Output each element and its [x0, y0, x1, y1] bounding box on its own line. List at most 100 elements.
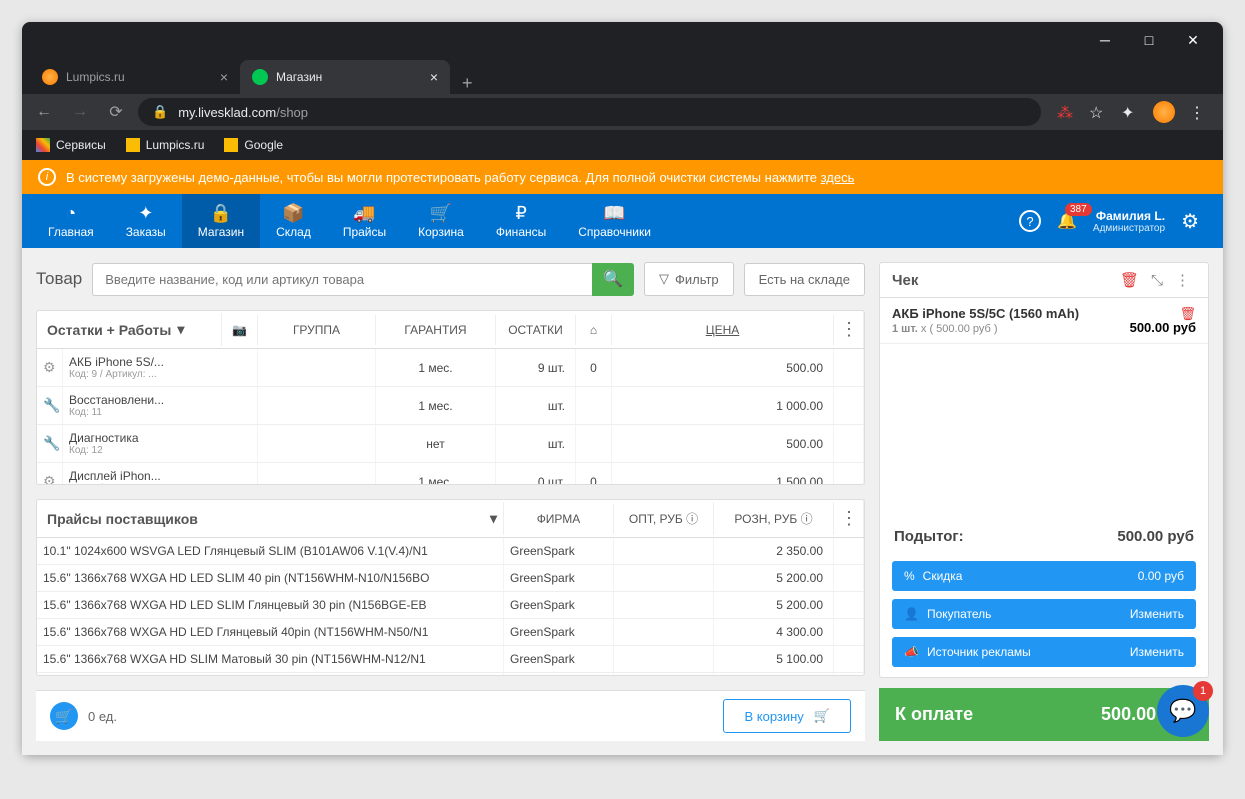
rozn-cell: 2 350.00	[714, 538, 834, 564]
collapse-icon[interactable]: ⤡	[1145, 272, 1169, 289]
search-button[interactable]: 🔍	[592, 263, 634, 296]
table-menu-button[interactable]: ⋮	[834, 500, 864, 537]
nav-cart[interactable]: 🛒Корзина	[402, 194, 480, 248]
row-type-icon: 🔧	[37, 425, 63, 462]
profile-avatar[interactable]	[1153, 101, 1175, 123]
star-icon[interactable]: ☆	[1089, 103, 1107, 121]
cart-summary-icon[interactable]: 🛒	[50, 702, 78, 730]
bookmarks-bar: Сервисы Lumpics.ru Google	[22, 130, 1223, 160]
browser-tab-1[interactable]: Магазин ×	[240, 60, 450, 94]
col-price[interactable]: ЦЕНА	[612, 315, 834, 345]
nav-orders[interactable]: ✦Заказы	[110, 194, 182, 248]
table-row[interactable]: 15.6" 1366x768 WXGA HD LED SLIM Глянцевы…	[37, 592, 864, 619]
back-button[interactable]: ←	[30, 98, 58, 126]
nav-finance[interactable]: ₽Финансы	[480, 194, 562, 248]
chat-fab[interactable]: 💬1	[1157, 685, 1209, 737]
chevron-down-icon: ▾	[177, 321, 184, 338]
item-code: Код: 12	[69, 445, 103, 456]
nav-warehouse[interactable]: 📦Склад	[260, 194, 327, 248]
home-cell	[576, 425, 612, 462]
price-cell: 500.00	[612, 425, 834, 462]
remove-item-icon[interactable]: 🗑	[1179, 306, 1196, 322]
chat-badge: 1	[1193, 681, 1213, 701]
col-group[interactable]: ГРУППА	[258, 315, 376, 345]
translate-icon[interactable]: ⁂	[1057, 103, 1075, 121]
add-to-cart-button[interactable]: В корзину🛒	[723, 699, 851, 733]
price-cell: 500.00	[612, 349, 834, 386]
menu-icon[interactable]: ⋮	[1189, 103, 1207, 121]
opt-cell	[614, 538, 714, 564]
table-row[interactable]: 10.1" 1024x600 WSVGA LED Глянцевый SLIM …	[37, 538, 864, 565]
search-input[interactable]	[92, 263, 592, 296]
table-title-dropdown[interactable]: Остатки + Работы ▾	[37, 313, 222, 346]
in-stock-button[interactable]: Есть на складе	[744, 263, 865, 296]
nav-prices[interactable]: 🚚Прайсы	[327, 194, 402, 248]
firm-cell: GreenSpark	[504, 565, 614, 591]
col-firm[interactable]: ФИРМА	[504, 504, 614, 534]
notifications-button[interactable]: 🔔387	[1057, 211, 1077, 231]
maximize-button[interactable]: □	[1127, 25, 1171, 55]
help-icon[interactable]: ?	[1019, 210, 1041, 232]
col-stock[interactable]: ОСТАТКИ	[496, 315, 576, 345]
table-row[interactable]: 15.6" 1366x768 WXGA HD LED Глянцевый 40p…	[37, 619, 864, 646]
home-icon[interactable]: ⌂	[576, 315, 612, 345]
cart-count: 0 ед.	[88, 709, 117, 724]
info-icon: i	[38, 168, 56, 186]
table-row[interactable]: 15.6" 1366x768 WXGA HD SLIM Матовый 30 p…	[37, 646, 864, 673]
receipt-title: Чек	[892, 272, 1114, 289]
col-opt[interactable]: ОПТ, РУБ ⓘ	[614, 502, 714, 535]
main-nav: ◔Главная ✦Заказы 🔒Магазин 📦Склад 🚚Прайсы…	[22, 194, 1223, 248]
col-rozn[interactable]: РОЗН, РУБ ⓘ	[714, 502, 834, 535]
warranty-cell: 1 мес.	[376, 463, 496, 484]
opt-cell	[614, 646, 714, 672]
forward-button[interactable]: →	[66, 98, 94, 126]
address-bar[interactable]: 🔒 my.livesklad.com/shop	[138, 98, 1041, 126]
settings-icon[interactable]: ⚙	[1181, 209, 1199, 234]
receipt-menu-button[interactable]: ⋮	[1169, 271, 1196, 289]
price-cell: 1 500.00	[612, 463, 834, 484]
minimize-button[interactable]: ─	[1083, 25, 1127, 55]
receipt-item[interactable]: АКБ iPhone 5S/5C (1560 mAh) 1 шт. x ( 50…	[880, 298, 1208, 344]
browser-tab-0[interactable]: Lumpics.ru ×	[30, 60, 240, 94]
col-warranty[interactable]: ГАРАНТИЯ	[376, 315, 496, 345]
discount-button[interactable]: %Скидка0.00 руб	[892, 561, 1196, 591]
url-host: my.livesklad.com	[178, 105, 276, 120]
table-row[interactable]: ⚙ АКБ iPhone 5S/...Код: 9 / Артикул: ...…	[37, 349, 864, 387]
lock-icon: 🔒	[210, 203, 232, 223]
close-button[interactable]: ✕	[1171, 25, 1215, 55]
new-tab-button[interactable]: +	[450, 73, 485, 94]
reload-button[interactable]: ⟳	[102, 98, 130, 126]
tab-close-icon[interactable]: ×	[430, 69, 438, 85]
table-row[interactable]: 🔧 Восстановлени...Код: 11 1 мес. шт. 1 0…	[37, 387, 864, 425]
tab-close-icon[interactable]: ×	[220, 69, 228, 85]
table-row[interactable]: 15.6" 1366x768 WXGA HD LED SLIM 40 pin (…	[37, 565, 864, 592]
table-row[interactable]: 15.6" 1920x1080 WUXGA FHD LED SLIM Матов…	[37, 673, 864, 675]
cart-icon: 🛒	[430, 203, 452, 223]
customer-button[interactable]: 👤ПокупательИзменить	[892, 599, 1196, 629]
product-name: 15.6" 1366x768 WXGA HD SLIM Матовый 30 p…	[43, 652, 426, 666]
table-row[interactable]: 🔧 ДиагностикаКод: 12 нет шт. 500.00	[37, 425, 864, 463]
trash-icon[interactable]: 🗑	[1114, 271, 1145, 289]
product-name: 15.6" 1366x768 WXGA HD LED Глянцевый 40p…	[43, 625, 428, 639]
ad-source-button[interactable]: 📣Источник рекламыИзменить	[892, 637, 1196, 667]
table-row[interactable]: ⚙ Дисплей iPhon...Код: 2 / Артикул: ... …	[37, 463, 864, 484]
user-menu[interactable]: Фамилия L. Администратор	[1093, 209, 1165, 234]
table-menu-button[interactable]: ⋮	[834, 311, 864, 348]
supplier-prices-dropdown[interactable]: Прайсы поставщиков ▾	[37, 502, 504, 535]
nav-home[interactable]: ◔Главная	[32, 194, 110, 248]
home-cell: 0	[576, 463, 612, 484]
firm-cell: GreenSpark	[504, 538, 614, 564]
banner-link[interactable]: здесь	[821, 170, 855, 185]
camera-button[interactable]: 📷	[222, 315, 258, 345]
bookmark-apps[interactable]: Сервисы	[36, 138, 106, 152]
subtotal-value: 500.00 руб	[1117, 528, 1194, 545]
nav-directories[interactable]: 📖Справочники	[562, 194, 667, 248]
nav-shop[interactable]: 🔒Магазин	[182, 194, 260, 248]
rozn-cell: 5 200.00	[714, 565, 834, 591]
extensions-icon[interactable]: ✦	[1121, 103, 1139, 121]
bookmark-item[interactable]: Lumpics.ru	[126, 138, 205, 152]
stock-cell: шт.	[496, 425, 576, 462]
bookmark-item[interactable]: Google	[224, 138, 283, 152]
percent-icon: %	[904, 569, 915, 583]
filter-button[interactable]: ▽Фильтр	[644, 262, 734, 296]
